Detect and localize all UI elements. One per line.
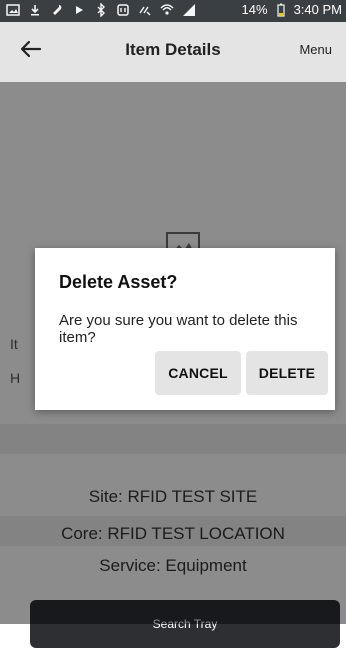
- play-icon: [76, 6, 83, 14]
- delete-button[interactable]: DELETE: [246, 351, 328, 395]
- bluetooth-icon: [97, 3, 105, 17]
- image-icon: [6, 4, 20, 16]
- battery-icon: [276, 3, 285, 17]
- signal-icon: [183, 4, 195, 16]
- menu-button[interactable]: Menu: [299, 42, 332, 57]
- wrench-icon: [53, 5, 62, 15]
- app-bar: Item Details Menu: [0, 22, 346, 82]
- mute-icon: [139, 6, 151, 16]
- page-title: Item Details: [125, 40, 221, 59]
- download-icon: [31, 5, 39, 16]
- status-left-icons: [6, 3, 196, 17]
- nfc-icon: [117, 4, 129, 16]
- dialog-message: Are you sure you want to delete this ite…: [59, 312, 298, 346]
- delete-asset-dialog: Delete Asset? Are you sure you want to d…: [35, 248, 335, 410]
- status-bar: 14% 3:40 PM: [0, 0, 346, 22]
- clock-time: 3:40 PM: [293, 2, 342, 17]
- battery-percent: 14%: [241, 2, 268, 17]
- wifi-icon: [160, 4, 174, 15]
- cancel-button[interactable]: CANCEL: [155, 351, 241, 395]
- status-right: 14% 3:40 PM: [242, 2, 342, 18]
- dialog-title: Delete Asset?: [59, 272, 178, 292]
